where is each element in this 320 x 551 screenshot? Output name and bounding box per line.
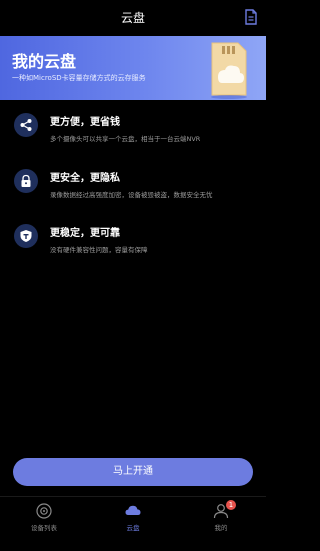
top-bar: 云盘 (0, 0, 266, 36)
tab-label: 我的 (214, 524, 228, 532)
feature-title: 更稳定，更可靠 (50, 228, 120, 239)
device-list-icon (36, 503, 52, 519)
banner-title: 我的云盘 (12, 52, 77, 71)
sd-card-cloud-icon (211, 42, 247, 99)
activate-button[interactable]: 马上开通 (13, 458, 253, 486)
tab-label: 设备列表 (31, 524, 57, 532)
notification-badge: 1 (226, 500, 236, 510)
feature-reliable: 更稳定，更可靠 没有硬件兼容性问题，容量有保障 (14, 224, 259, 260)
tab-profile[interactable]: 1 我的 (191, 497, 251, 537)
feature-description: 没有硬件兼容性问题，容量有保障 (50, 246, 148, 254)
lock-icon (14, 169, 38, 193)
feature-description: 录像数据经过高强度加密，设备被毁被盗，数据安全无忧 (50, 191, 213, 199)
feature-secure: 更安全，更隐私 录像数据经过高强度加密，设备被毁被盗，数据安全无忧 (14, 169, 259, 205)
tab-device-list[interactable]: 设备列表 (14, 497, 74, 537)
cloud-icon (125, 505, 141, 515)
share-icon (14, 113, 38, 137)
tab-label: 云盘 (126, 524, 140, 532)
cloud-banner: 我的云盘 一种如MicroSD卡容量存储方式的云存服务 (0, 36, 266, 100)
page-title: 云盘 (120, 11, 145, 25)
bottom-tab-bar: 设备列表 云盘 1 我的 (0, 496, 266, 551)
feature-title: 更方便，更省钱 (50, 117, 120, 128)
tab-cloud[interactable]: 云盘 (103, 497, 163, 537)
feature-title: 更安全，更隐私 (50, 173, 120, 184)
banner-subtitle: 一种如MicroSD卡容量存储方式的云存服务 (12, 74, 146, 82)
document-icon[interactable] (244, 9, 258, 25)
feature-description: 多个摄像头可以共享一个云盘，相当于一台云端NVR (50, 135, 201, 143)
feature-convenient: 更方便，更省钱 多个摄像头可以共享一个云盘，相当于一台云端NVR (14, 113, 259, 149)
shield-icon (14, 224, 38, 248)
